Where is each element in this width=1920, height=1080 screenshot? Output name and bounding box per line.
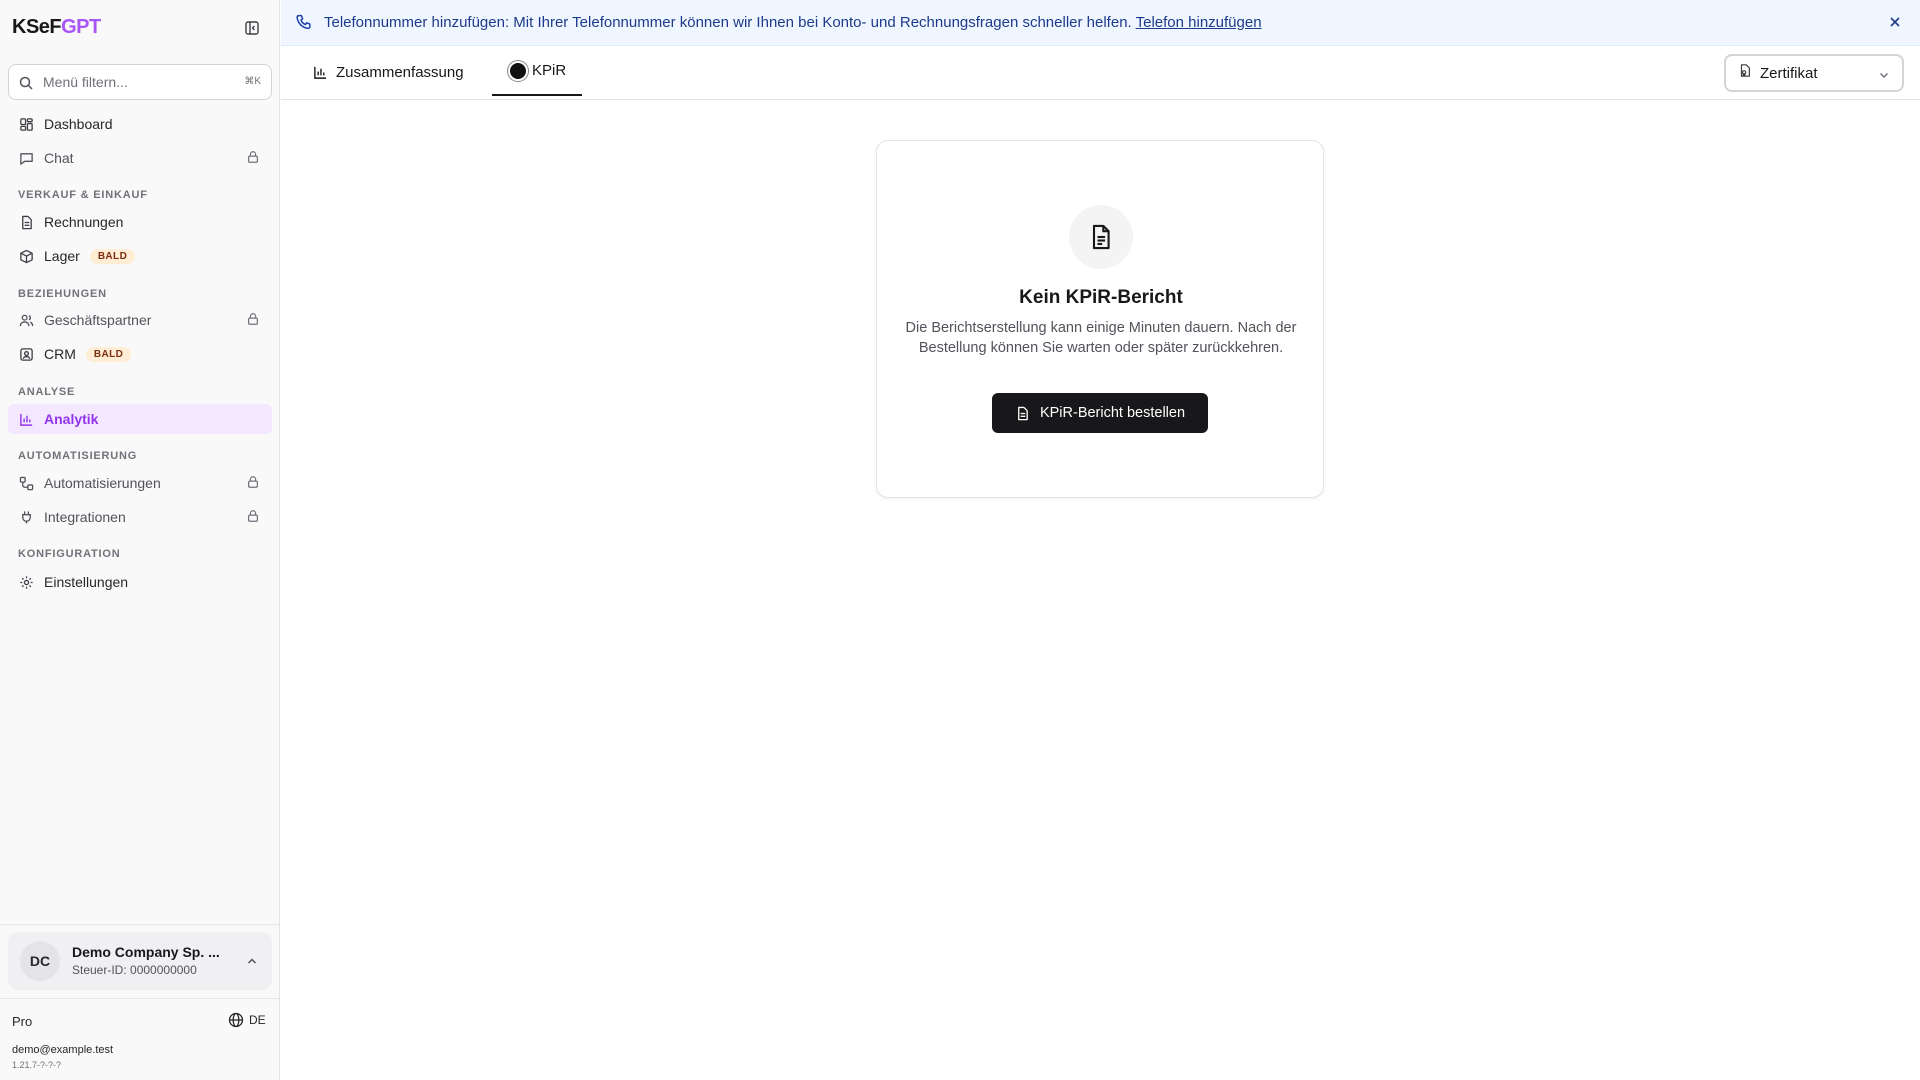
- user-email: demo@example.test: [12, 1044, 114, 1056]
- lock-icon: [246, 312, 262, 328]
- tabs-bar: Zusammenfassung KPiR Zertifikat: [281, 46, 1920, 100]
- company-name: Demo Company Sp. ...: [72, 944, 220, 960]
- sidebar-item-lager[interactable]: Lager BALD: [8, 241, 272, 271]
- sidebar-toggle-icon[interactable]: [242, 18, 262, 38]
- package-icon: [18, 248, 34, 264]
- coming-soon-badge: BALD: [85, 346, 132, 362]
- section-heading-config: KONFIGURATION: [18, 548, 121, 560]
- mouse-cursor: [508, 61, 528, 81]
- logo-text-accent: GPT: [61, 16, 101, 38]
- language-code: DE: [249, 1013, 266, 1027]
- lock-icon: [246, 150, 262, 166]
- chat-icon: [18, 150, 34, 166]
- workflow-icon: [18, 475, 34, 491]
- divider: [0, 924, 280, 925]
- certificate-select-value: Zertifikat: [1760, 64, 1818, 82]
- lock-icon: [246, 509, 262, 525]
- empty-state-card: Kein KPiR-Bericht Die Berichtserstellung…: [876, 140, 1324, 498]
- section-heading-sales: VERKAUF & EINKAUF: [18, 189, 148, 201]
- company-avatar: DC: [20, 941, 60, 981]
- tab-zusammenfassung[interactable]: Zusammenfassung: [313, 46, 464, 98]
- banner-text: Telefonnummer hinzufügen: Mit Ihrer Tele…: [324, 14, 1132, 31]
- sidebar: KSeFGPT ⌘K Dashboard Chat VERKAUF & EINK…: [0, 0, 280, 1080]
- divider: [0, 998, 280, 999]
- close-icon[interactable]: [1888, 15, 1902, 34]
- document-icon: [1018, 406, 1028, 420]
- sidebar-item-label: CRM: [44, 346, 76, 362]
- company-switcher[interactable]: DC Demo Company Sp. ... Steuer-ID: 00000…: [8, 932, 272, 990]
- bar-chart-icon: [314, 66, 327, 79]
- empty-state-title: Kein KPiR-Bericht: [1019, 287, 1183, 308]
- banner-message: Telefonnummer hinzufügen: Mit Ihrer Tele…: [324, 14, 1262, 31]
- sidebar-item-integrationen[interactable]: Integrationen: [8, 502, 272, 532]
- section-heading-relations: BEZIEHUNGEN: [18, 288, 107, 300]
- plug-icon: [18, 509, 34, 525]
- document-icon: [1092, 224, 1110, 250]
- menu-filter-input[interactable]: [43, 71, 233, 93]
- chevron-down-icon: [1878, 68, 1890, 86]
- sidebar-item-automatisierungen[interactable]: Automatisierungen: [8, 468, 272, 498]
- sidebar-item-analytik[interactable]: Analytik: [8, 404, 272, 434]
- certificate-icon: [1738, 63, 1752, 83]
- sidebar-item-crm[interactable]: CRM BALD: [8, 339, 272, 369]
- phone-icon: [295, 14, 312, 36]
- tab-label: Zusammenfassung: [336, 63, 464, 81]
- button-label: KPiR-Bericht bestellen: [1039, 405, 1186, 421]
- sidebar-item-label: Rechnungen: [44, 214, 124, 230]
- sidebar-item-einstellungen[interactable]: Einstellungen: [8, 567, 272, 597]
- app-version: 1.21.7-?-?-?: [12, 1060, 62, 1070]
- gear-icon: [18, 574, 34, 590]
- sidebar-item-dashboard[interactable]: Dashboard: [8, 109, 272, 139]
- search-icon: [19, 76, 33, 90]
- contact-card-icon: [18, 346, 34, 362]
- sidebar-item-label: Dashboard: [44, 116, 113, 132]
- dashboard-icon: [18, 116, 34, 132]
- sidebar-item-label: Chat: [44, 150, 74, 166]
- empty-state-description: Die Berichtserstellung kann einige Minut…: [905, 320, 1297, 356]
- tab-label: KPiR: [532, 61, 567, 79]
- menu-filter-field[interactable]: ⌘K: [8, 64, 272, 100]
- language-switcher[interactable]: DE: [228, 1012, 266, 1028]
- order-kpir-report-button[interactable]: KPiR-Bericht bestellen: [992, 393, 1208, 433]
- sidebar-item-rechnungen[interactable]: Rechnungen: [8, 207, 272, 237]
- logo-text-primary: KSeF: [12, 16, 62, 38]
- empty-state-icon-wrap: [1069, 205, 1133, 269]
- sidebar-item-label: Lager: [44, 248, 80, 264]
- company-tax-id: Steuer-ID: 0000000000: [72, 963, 197, 977]
- sidebar-item-label: Automatisierungen: [44, 475, 161, 491]
- brand-row: KSeFGPT: [0, 0, 280, 56]
- sidebar-item-label: Einstellungen: [44, 574, 129, 590]
- certificate-select[interactable]: Zertifikat: [1724, 54, 1904, 92]
- sidebar-item-chat[interactable]: Chat: [8, 143, 272, 173]
- invoice-icon: [18, 214, 34, 230]
- chevron-up-icon: [246, 954, 258, 972]
- section-heading-automation: AUTOMATISIERUNG: [18, 450, 138, 462]
- coming-soon-badge: BALD: [89, 248, 136, 264]
- sidebar-item-label: Geschäftspartner: [44, 312, 152, 328]
- lock-icon: [246, 475, 262, 491]
- app-logo[interactable]: KSeFGPT: [12, 16, 101, 39]
- sidebar-item-label: Analytik: [44, 411, 99, 427]
- sidebar-item-label: Integrationen: [44, 509, 126, 525]
- keyboard-shortcut-hint: ⌘K: [244, 76, 261, 87]
- plan-label: Pro: [12, 1014, 33, 1029]
- globe-icon: [228, 1012, 244, 1028]
- phone-banner: Telefonnummer hinzufügen: Mit Ihrer Tele…: [281, 0, 1920, 46]
- tab-kpir[interactable]: KPiR: [492, 46, 583, 96]
- add-phone-link[interactable]: Telefon hinzufügen: [1136, 14, 1262, 31]
- sidebar-item-geschaeftspartner[interactable]: Geschäftspartner: [8, 305, 272, 335]
- section-heading-analysis: ANALYSE: [18, 386, 76, 398]
- users-icon: [18, 312, 34, 328]
- bar-chart-icon: [18, 411, 34, 427]
